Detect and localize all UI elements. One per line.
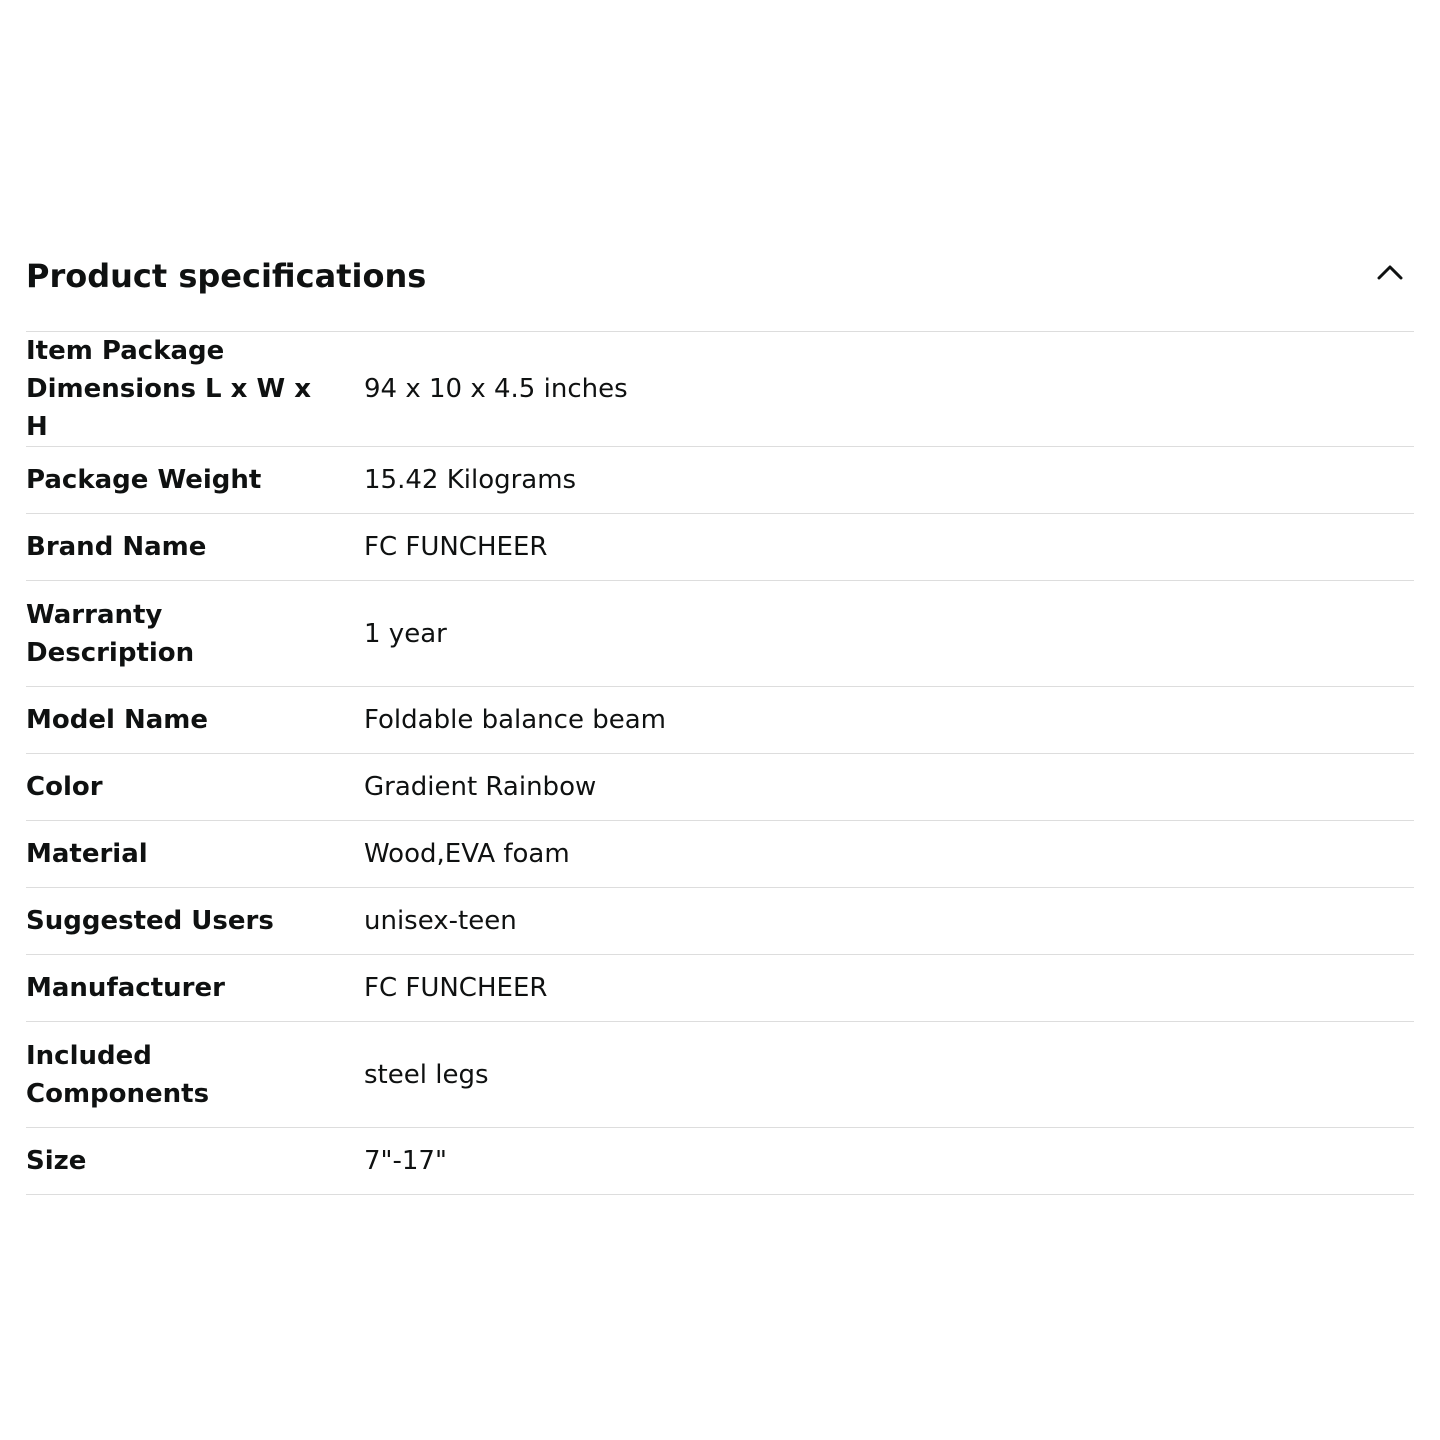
spec-value: FC FUNCHEER [364, 532, 548, 562]
spec-value: Wood,EVA foam [364, 839, 570, 869]
spec-label: Size [26, 1146, 87, 1176]
spec-value: Gradient Rainbow [364, 772, 597, 802]
spec-table: Item Package Dimensions L x W x H 94 x 1… [26, 332, 1414, 1195]
spec-label: Material [26, 839, 148, 869]
spec-row: Warranty Description 1 year [26, 581, 1414, 687]
section-title: Product specifications [26, 257, 427, 295]
spec-label: Suggested Users [26, 906, 274, 936]
chevron-up-icon [1377, 265, 1403, 280]
spec-label-cell: Manufacturer [26, 955, 364, 1022]
spec-row: Model Name Foldable balance beam [26, 687, 1414, 754]
spec-label-cell: Material [26, 821, 364, 888]
spec-value: unisex-teen [364, 906, 517, 936]
spec-label: Included Components [26, 1040, 210, 1109]
spec-row: Brand Name FC FUNCHEER [26, 514, 1414, 581]
spec-header[interactable]: Product specifications [26, 240, 1414, 332]
spec-row: Included Components steel legs [26, 1022, 1414, 1128]
spec-label-cell: Package Weight [26, 447, 364, 514]
spec-value: steel legs [364, 1059, 489, 1090]
spec-value: 15.42 Kilograms [364, 465, 577, 495]
spec-label: Brand Name [26, 532, 207, 562]
spec-row: Manufacturer FC FUNCHEER [26, 955, 1414, 1022]
spec-label-cell: Suggested Users [26, 888, 364, 955]
product-specifications-section: Product specifications Item Package Dime… [26, 240, 1414, 1195]
spec-label-cell: Size [26, 1128, 364, 1195]
spec-row: Material Wood,EVA foam [26, 821, 1414, 888]
spec-label-cell: Warranty Description [26, 581, 364, 687]
spec-label: Model Name [26, 705, 208, 735]
spec-label: Item Package Dimensions L x W x H [26, 336, 311, 442]
spec-row: Package Weight 15.42 Kilograms [26, 447, 1414, 514]
spec-row: Size 7"-17" [26, 1128, 1414, 1195]
spec-label: Color [26, 772, 103, 802]
spec-row: Item Package Dimensions L x W x H 94 x 1… [26, 332, 1414, 447]
spec-value: 1 year [364, 618, 447, 649]
spec-label-cell: Item Package Dimensions L x W x H [26, 332, 364, 447]
collapse-toggle-button[interactable] [1370, 252, 1410, 292]
spec-value: 94 x 10 x 4.5 inches [364, 374, 628, 404]
spec-label-cell: Included Components [26, 1022, 364, 1128]
spec-label: Manufacturer [26, 973, 225, 1003]
spec-row: Color Gradient Rainbow [26, 754, 1414, 821]
spec-label-cell: Color [26, 754, 364, 821]
spec-label: Warranty Description [26, 599, 195, 668]
spec-label: Package Weight [26, 465, 262, 495]
spec-label-cell: Model Name [26, 687, 364, 754]
spec-label-cell: Brand Name [26, 514, 364, 581]
spec-value: Foldable balance beam [364, 705, 666, 735]
spec-row: Suggested Users unisex-teen [26, 888, 1414, 955]
spec-value: 7"-17" [364, 1146, 447, 1176]
spec-value: FC FUNCHEER [364, 973, 548, 1003]
